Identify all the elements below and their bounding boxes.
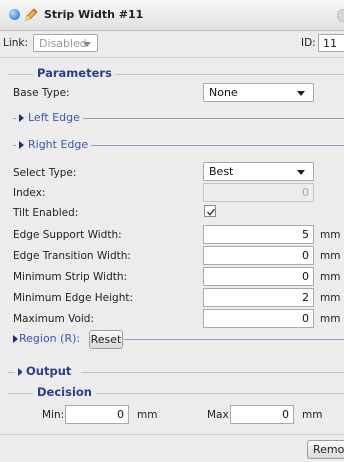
toolbar: Link: Disabled ID: 11 [0,31,344,58]
window-title: Strip Width #11 [44,8,144,21]
left-edge-toggle[interactable]: Left Edge [25,111,83,124]
max-input[interactable]: 0 [230,405,294,424]
reset-button[interactable]: Reset [89,330,123,349]
link-select[interactable]: Disabled [33,34,98,52]
minimum-strip-width-input[interactable]: 0 [203,267,314,286]
maximum-void-label: Maximum Void: [13,313,94,325]
reset-button-label: Reset [90,333,122,346]
base-type-value: None [209,86,238,99]
minimum-edge-height-value: 2 [302,291,309,304]
decision-title: Decision [33,385,96,399]
id-input-value: 11 [323,37,337,50]
id-input[interactable]: 11 [318,34,344,52]
minimum-edge-height-label: Minimum Edge Height: [13,292,134,304]
base-type-select[interactable]: None [203,83,314,102]
base-type-label: Base Type: [13,87,70,99]
unit-label: mm [137,409,158,421]
unit-label: mm [320,271,341,283]
unit-label: mm [320,313,341,325]
edge-support-width-input[interactable]: 5 [203,225,314,244]
unit-label: mm [320,292,341,304]
index-label: Index: [13,187,46,199]
window-status-icon [9,9,20,20]
min-input[interactable]: 0 [65,405,129,424]
minimum-strip-width-label: Minimum Strip Width: [13,271,128,283]
id-label: ID: [301,37,316,49]
edge-transition-width-label: Edge Transition Width: [13,250,131,262]
select-type-label: Select Type: [13,167,77,179]
remove-button[interactable]: Remove [307,440,344,459]
tilt-enabled-checkbox[interactable] [204,205,216,217]
unit-label: mm [320,250,341,262]
footer-bar: Remove [0,434,344,462]
right-edge-toggle[interactable]: Right Edge [25,138,92,151]
unit-label: mm [320,229,341,241]
maximum-void-input[interactable]: 0 [203,309,314,328]
edge-support-width-value: 5 [302,228,309,241]
link-select-value: Disabled [39,37,87,50]
parameters-title: Parameters [33,66,116,80]
tilt-enabled-label: Tilt Enabled: [13,207,79,219]
close-icon[interactable] [337,9,344,22]
chevron-down-icon [83,42,91,47]
region-divider [124,339,344,340]
expand-triangle-icon[interactable] [19,141,24,149]
index-value: 0 [302,186,309,199]
region-toggle[interactable]: Region (R): [19,332,81,345]
title-bar: Strip Width #11 [0,0,344,31]
maximum-void-value: 0 [302,312,309,325]
edge-support-width-label: Edge Support Width: [13,229,122,241]
index-input: 0 [203,183,314,202]
expand-triangle-icon[interactable] [13,335,18,343]
pencil-icon [25,8,38,21]
max-value: 0 [282,408,289,421]
min-value: 0 [117,408,124,421]
min-label: Min: [42,409,65,421]
chevron-down-icon [297,91,305,96]
remove-button-label: Remove [313,443,344,456]
minimum-edge-height-input[interactable]: 2 [203,288,314,307]
edge-transition-width-value: 0 [302,249,309,262]
chevron-down-icon [297,170,305,175]
expand-triangle-icon[interactable] [19,114,24,122]
edge-transition-width-input[interactable]: 0 [203,246,314,265]
checkmark-icon [206,208,216,216]
max-label: Max: [207,409,233,421]
output-toggle[interactable]: Output [22,364,76,378]
link-label: Link: [3,37,29,49]
select-type-select[interactable]: Best [203,162,314,181]
minimum-strip-width-value: 0 [302,270,309,283]
select-type-value: Best [209,165,234,178]
unit-label: mm [302,409,323,421]
